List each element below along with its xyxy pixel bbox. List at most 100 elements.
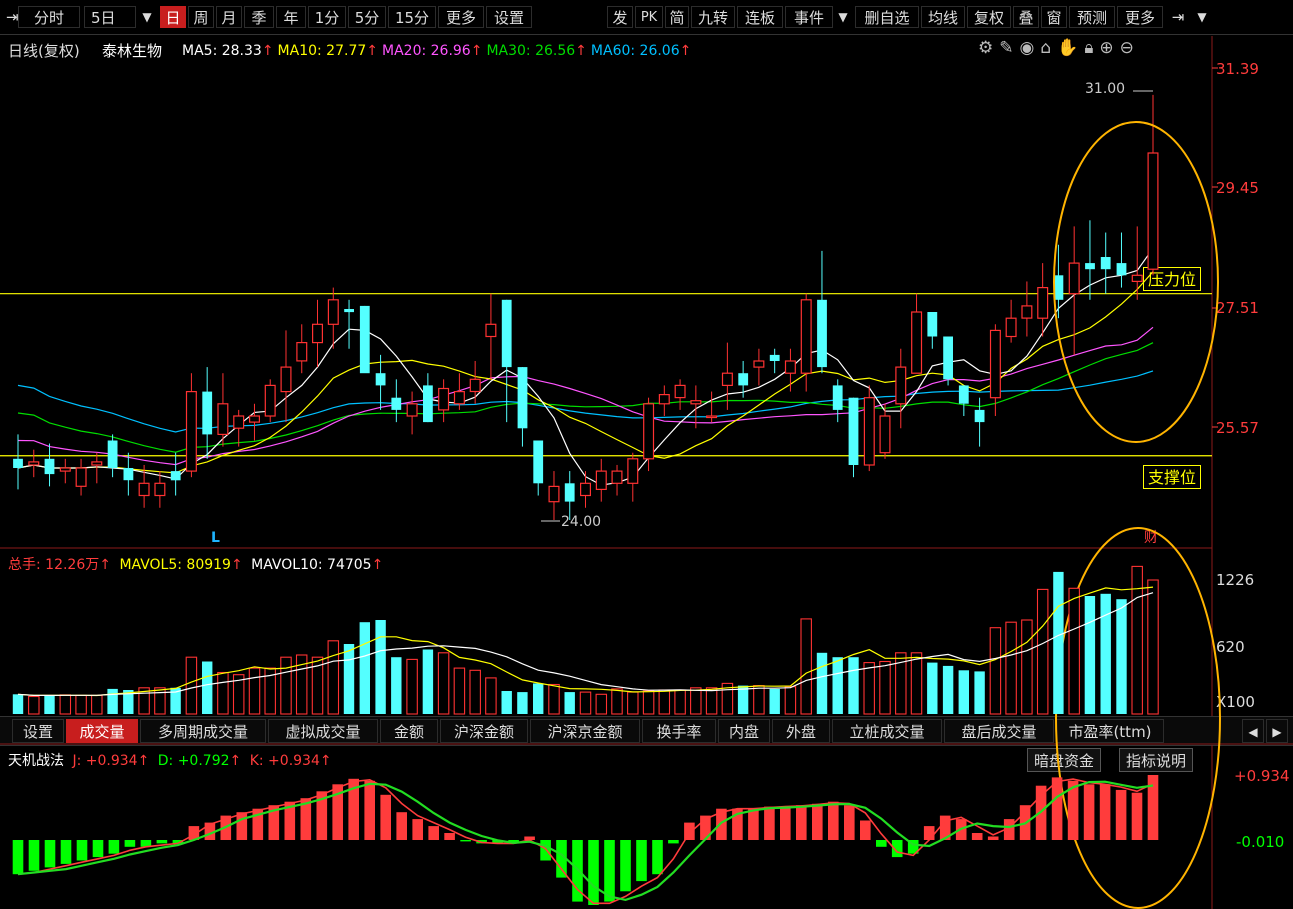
volume-bar xyxy=(154,687,166,715)
volume-bar xyxy=(737,685,749,714)
volume-bar xyxy=(958,670,969,714)
indicator-bar xyxy=(12,840,24,875)
candle-body xyxy=(1147,152,1159,270)
volume-bar xyxy=(705,687,718,715)
indicator-bar xyxy=(923,826,935,840)
candle-body xyxy=(359,305,370,374)
indicator-bar xyxy=(684,822,695,840)
indicator-bar xyxy=(1051,777,1063,840)
indicator-bar xyxy=(380,794,391,840)
candle-body xyxy=(674,384,686,399)
indicator-bar xyxy=(987,836,999,840)
candle-body xyxy=(564,483,575,502)
volume-bar xyxy=(942,665,954,714)
volume-bar xyxy=(1147,579,1159,715)
indicator-bar xyxy=(236,812,248,840)
volume-bar xyxy=(974,671,985,714)
candle-body xyxy=(453,391,465,405)
volume-bar xyxy=(1084,596,1096,714)
volume-bar xyxy=(1053,571,1064,714)
candle-body xyxy=(769,354,780,361)
indicator-bar xyxy=(460,840,471,842)
volume-bar xyxy=(327,640,340,715)
volume-bar xyxy=(1068,587,1080,715)
volume-bar xyxy=(453,667,466,715)
volume-bar xyxy=(800,618,812,715)
candle-body xyxy=(579,482,591,497)
candle-body xyxy=(1068,262,1080,295)
volume-bar xyxy=(422,649,434,714)
candle-body xyxy=(911,311,923,374)
indicator-bar xyxy=(668,840,679,844)
volume-bar xyxy=(863,662,875,715)
volume-bar xyxy=(1005,621,1017,715)
volume-bar xyxy=(769,688,780,714)
candle-body xyxy=(974,409,985,423)
candle-body xyxy=(927,312,938,337)
candle-body xyxy=(91,461,103,466)
candle-body xyxy=(1037,287,1049,319)
candle-body xyxy=(1100,257,1111,270)
candle-body xyxy=(706,415,718,419)
indicator-bar xyxy=(652,840,663,875)
volume-bar xyxy=(611,688,623,715)
indicator-bar xyxy=(540,840,551,861)
candle-body xyxy=(817,299,827,368)
candle-body xyxy=(517,367,528,429)
volume-bar xyxy=(391,657,402,714)
candle-body xyxy=(533,440,544,484)
volume-bar xyxy=(359,622,370,714)
volume-bar xyxy=(674,689,686,715)
candle-body xyxy=(501,299,512,368)
volume-bar xyxy=(202,661,213,714)
indicator-bar xyxy=(971,833,983,840)
candle-body xyxy=(832,385,843,410)
indicator-bar xyxy=(604,840,615,902)
candle-body xyxy=(375,373,386,386)
candle-body xyxy=(107,440,118,468)
candle-body xyxy=(485,323,497,338)
candle-body xyxy=(1005,317,1017,338)
volume-bar xyxy=(816,652,828,714)
indicator-bar xyxy=(444,833,455,840)
candle-body xyxy=(138,482,150,497)
candle-body xyxy=(249,415,261,423)
volume-bar xyxy=(784,686,797,715)
indicator-bar xyxy=(76,840,88,861)
candle-body xyxy=(1116,263,1127,276)
volume-bar xyxy=(1116,599,1127,714)
candle-body xyxy=(217,403,229,435)
volume-bar xyxy=(1021,619,1033,715)
volume-bar xyxy=(533,683,544,714)
volume-bar xyxy=(1036,588,1049,715)
volume-bar xyxy=(548,683,560,715)
candle-body xyxy=(611,470,623,484)
candle-body xyxy=(296,342,308,362)
volume-bar xyxy=(75,694,87,715)
volume-bar xyxy=(517,692,528,714)
candle-body xyxy=(658,394,670,405)
volume-bar xyxy=(927,662,938,714)
indicator-bar xyxy=(1115,789,1127,840)
candle-body xyxy=(391,397,402,410)
candle-body xyxy=(44,458,55,475)
candle-body xyxy=(943,336,953,380)
candle-body xyxy=(28,461,40,466)
indicator-bar xyxy=(92,840,104,858)
candle-body xyxy=(1021,305,1033,319)
indicator-bar xyxy=(636,840,647,882)
candle-body xyxy=(1131,274,1143,282)
volume-bar xyxy=(59,694,72,715)
volume-bar xyxy=(658,689,671,715)
volume-bar xyxy=(579,691,592,715)
volume-bar xyxy=(12,694,24,714)
candle-body xyxy=(627,458,639,484)
indicator-bar xyxy=(396,812,407,840)
indicator-bar xyxy=(796,805,807,840)
candle-body xyxy=(344,309,354,313)
indicator-bar xyxy=(828,801,839,840)
indicator-bar xyxy=(124,840,136,847)
indicator-bar xyxy=(812,803,823,840)
candle-body xyxy=(879,415,891,454)
candle-body xyxy=(233,415,245,429)
